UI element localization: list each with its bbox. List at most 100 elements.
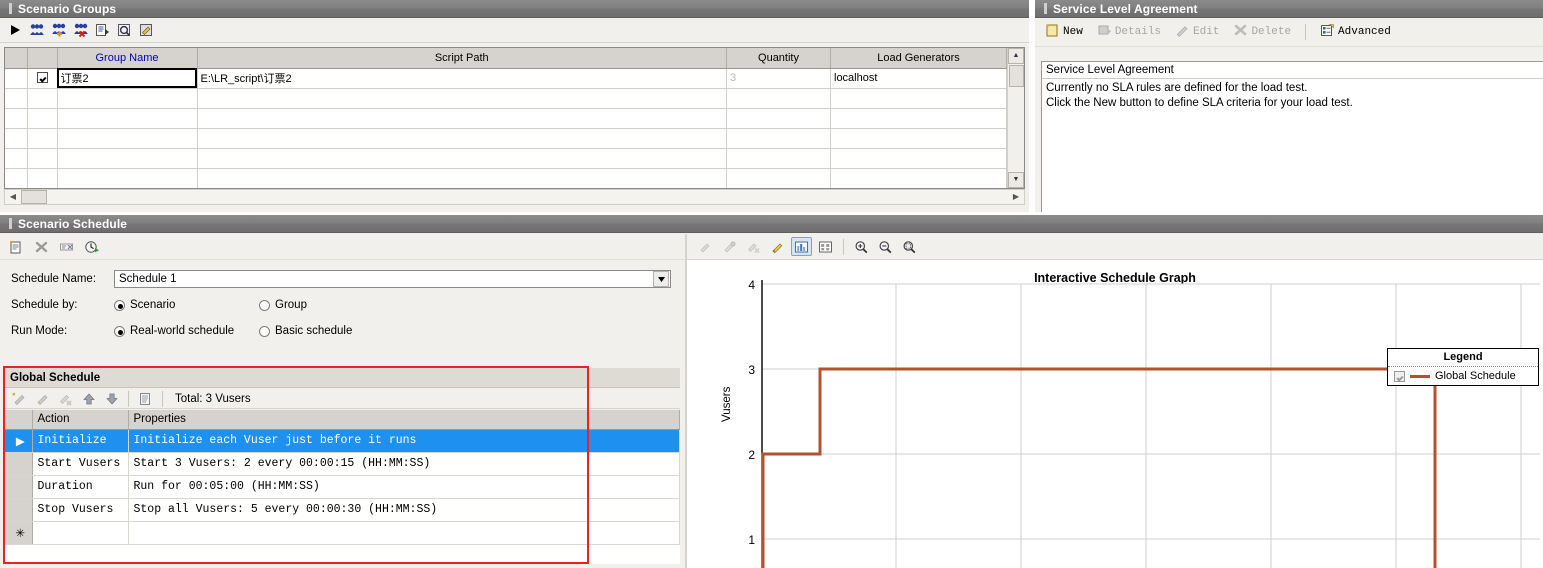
grid-horizontal-scrollbar[interactable]: ◀ ▶ bbox=[4, 189, 1025, 205]
radio-dot-icon bbox=[259, 325, 270, 337]
sla-delete-button[interactable]: Delete bbox=[1229, 22, 1295, 42]
col-script-path[interactable]: Script Path bbox=[197, 48, 727, 69]
sla-details-button[interactable]: Details bbox=[1093, 22, 1165, 42]
edit-script-icon[interactable] bbox=[136, 21, 157, 40]
toolbar-separator bbox=[843, 238, 844, 255]
cell-group-name[interactable]: 订票2 bbox=[57, 68, 198, 89]
sla-message-line-1: Currently no SLA rules are defined for t… bbox=[1046, 82, 1308, 94]
delete-point-icon[interactable] bbox=[743, 237, 764, 256]
view-script-icon[interactable] bbox=[114, 21, 135, 40]
remove-group-icon[interactable] bbox=[70, 21, 91, 40]
sla-advanced-label: Advanced bbox=[1338, 26, 1391, 38]
scenario-groups-title: Scenario Groups bbox=[0, 0, 1029, 18]
scroll-thumb-horizontal[interactable] bbox=[21, 190, 47, 204]
row-enabled-checkbox[interactable] bbox=[27, 68, 58, 89]
schedule-clock-icon[interactable] bbox=[81, 237, 102, 256]
add-group-icon[interactable] bbox=[48, 21, 69, 40]
sla-new-label: New bbox=[1063, 26, 1083, 38]
legend-checkbox-icon[interactable] bbox=[1394, 370, 1405, 382]
delete-schedule-icon[interactable] bbox=[31, 237, 52, 256]
radio-scenario-label: Scenario bbox=[130, 299, 176, 311]
radio-run-mode-real-world[interactable]: Real-world schedule bbox=[114, 325, 249, 337]
cell-quantity[interactable]: 3 bbox=[726, 68, 831, 89]
sla-title: Service Level Agreement bbox=[1035, 0, 1543, 18]
radio-run-mode-basic[interactable]: Basic schedule bbox=[259, 325, 352, 337]
col-quantity[interactable]: Quantity bbox=[726, 48, 831, 69]
radio-schedule-by-scenario[interactable]: Scenario bbox=[114, 299, 249, 311]
start-scenario-icon[interactable] bbox=[4, 21, 25, 40]
table-row[interactable] bbox=[5, 88, 1007, 109]
sla-delete-label: Delete bbox=[1251, 26, 1292, 38]
schedule-graph-svg[interactable]: 4 3 2 1 bbox=[687, 262, 1540, 568]
col-load-generators[interactable]: Load Generators bbox=[830, 48, 1007, 69]
col-rowmarker[interactable] bbox=[5, 48, 28, 69]
schedule-form: Schedule Name: Schedule 1 Schedule by: S… bbox=[0, 260, 685, 346]
details-icon bbox=[1097, 23, 1112, 41]
legend-title: Legend bbox=[1388, 349, 1538, 367]
edit-point-icon[interactable] bbox=[719, 237, 740, 256]
pencil-edit-icon[interactable] bbox=[767, 237, 788, 256]
sla-edit-button[interactable]: Edit bbox=[1171, 22, 1223, 42]
sla-panel: Service Level Agreement New Details Edit… bbox=[1035, 0, 1543, 212]
zoom-out-icon[interactable] bbox=[875, 237, 896, 256]
add-point-icon[interactable] bbox=[695, 237, 716, 256]
global-schedule-highlight-box bbox=[3, 366, 589, 564]
advanced-icon bbox=[1320, 23, 1335, 41]
table-row[interactable] bbox=[5, 148, 1007, 169]
table-row[interactable] bbox=[5, 128, 1007, 149]
series-global-schedule bbox=[761, 367, 1437, 568]
sla-advanced-button[interactable]: Advanced bbox=[1316, 22, 1395, 42]
table-row[interactable]: 订票2 E:\LR_script\订票2 3 localhost bbox=[5, 68, 1007, 89]
fit-graph-icon[interactable] bbox=[815, 237, 836, 256]
loadrunner-controller-window: Scenario Groups Group Name Script Path Q… bbox=[0, 0, 1543, 568]
svg-text:2: 2 bbox=[748, 448, 755, 462]
col-checkbox[interactable] bbox=[27, 48, 58, 69]
graph-legend[interactable]: Legend Global Schedule bbox=[1387, 348, 1539, 386]
legend-item-global-schedule[interactable]: Global Schedule bbox=[1388, 367, 1538, 385]
scenario-schedule-title: Scenario Schedule bbox=[0, 215, 1543, 233]
svg-text:3: 3 bbox=[748, 363, 755, 377]
new-sla-icon bbox=[1045, 23, 1060, 41]
radio-schedule-by-group[interactable]: Group bbox=[259, 299, 307, 311]
details-icon[interactable] bbox=[92, 21, 113, 40]
sla-toolbar: New Details Edit Delete Advanced bbox=[1035, 18, 1543, 47]
vusers-icon[interactable] bbox=[26, 21, 47, 40]
rename-schedule-icon[interactable] bbox=[56, 237, 77, 256]
legend-label: Global Schedule bbox=[1435, 370, 1516, 382]
grid-vertical-scrollbar[interactable]: ▲ ▼ bbox=[1007, 48, 1024, 188]
radio-dot-icon bbox=[259, 299, 270, 311]
schedule-name-combo[interactable]: Schedule 1 bbox=[114, 270, 671, 288]
col-group-name[interactable]: Group Name bbox=[57, 48, 198, 69]
cell-load-generators[interactable]: localhost bbox=[830, 68, 1007, 89]
scroll-down-button[interactable]: ▼ bbox=[1008, 172, 1024, 188]
schedule-name-row: Schedule Name: Schedule 1 bbox=[0, 266, 685, 292]
scenario-schedule-panel: Scenario Schedule Schedule Name: Schedul… bbox=[0, 215, 1543, 568]
zoom-in-icon[interactable] bbox=[851, 237, 872, 256]
table-row[interactable] bbox=[5, 168, 1007, 188]
sla-box-header: Service Level Agreement bbox=[1042, 62, 1543, 79]
table-row[interactable] bbox=[5, 108, 1007, 129]
zoom-reset-icon[interactable] bbox=[899, 237, 920, 256]
toolbar-separator bbox=[1305, 24, 1307, 40]
radio-dot-icon bbox=[114, 299, 125, 311]
graph-canvas[interactable]: Interactive Schedule Graph Vusers 4 3 2 … bbox=[687, 262, 1543, 568]
radio-basic-label: Basic schedule bbox=[275, 325, 353, 337]
cell-script-path[interactable]: E:\LR_script\订票2 bbox=[197, 68, 727, 89]
scroll-left-button[interactable]: ◀ bbox=[5, 190, 21, 204]
chevron-down-icon[interactable] bbox=[653, 271, 669, 287]
scenario-groups-panel: Scenario Groups Group Name Script Path Q… bbox=[0, 0, 1031, 212]
run-mode-label: Run Mode: bbox=[11, 325, 68, 337]
scroll-up-button[interactable]: ▲ bbox=[1008, 48, 1024, 64]
new-schedule-icon[interactable] bbox=[6, 237, 27, 256]
radio-real-world-label: Real-world schedule bbox=[130, 325, 235, 337]
legend-color-swatch bbox=[1410, 374, 1430, 378]
graph-toolbar bbox=[687, 234, 1543, 260]
scroll-right-button[interactable]: ▶ bbox=[1008, 190, 1024, 204]
radio-group-label: Group bbox=[275, 299, 307, 311]
show-graph-icon[interactable] bbox=[791, 237, 812, 256]
sla-new-button[interactable]: New bbox=[1041, 22, 1087, 42]
row-marker[interactable] bbox=[5, 68, 28, 89]
svg-text:1: 1 bbox=[748, 533, 755, 547]
scroll-thumb-vertical[interactable] bbox=[1008, 65, 1024, 87]
scenario-groups-grid[interactable]: Group Name Script Path Quantity Load Gen… bbox=[4, 47, 1025, 189]
